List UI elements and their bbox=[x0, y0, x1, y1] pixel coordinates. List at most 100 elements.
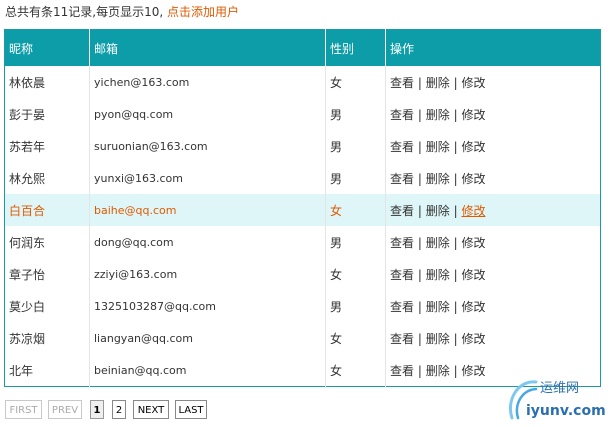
next-page-button[interactable]: NEXT bbox=[133, 400, 169, 419]
cell-email: beinian@qq.com bbox=[89, 354, 326, 387]
cell-gender: 男 bbox=[325, 130, 386, 162]
edit-link[interactable]: 修改 bbox=[461, 236, 485, 250]
cell-nickname: 彭于晏 bbox=[4, 98, 90, 130]
cell-actions: 查看 | 删除 | 修改 bbox=[386, 66, 601, 98]
page-2-button[interactable]: 2 bbox=[112, 400, 126, 419]
action-separator: | bbox=[453, 331, 458, 346]
cell-gender: 女 bbox=[325, 354, 386, 387]
action-separator: | bbox=[417, 171, 422, 186]
cell-actions: 查看 | 删除 | 修改 bbox=[386, 162, 601, 194]
column-header-nickname: 昵称 bbox=[4, 29, 90, 66]
table-row: 章子怡 zziyi@163.com 女查看 | 删除 | 修改 bbox=[4, 258, 601, 290]
delete-link[interactable]: 删除 bbox=[426, 268, 450, 282]
summary-text: 总共有条11记录,每页显示10, bbox=[5, 5, 164, 19]
view-link[interactable]: 查看 bbox=[390, 108, 414, 122]
table-row: 林允熙 yunxi@163.com 男查看 | 删除 | 修改 bbox=[4, 162, 601, 194]
view-link[interactable]: 查看 bbox=[390, 76, 414, 90]
action-separator: | bbox=[417, 139, 422, 154]
action-separator: | bbox=[453, 139, 458, 154]
cell-actions: 查看 | 删除 | 修改 bbox=[386, 258, 601, 290]
edit-link[interactable]: 修改 bbox=[461, 204, 485, 218]
table-row: 林依晨 yichen@163.com 女查看 | 删除 | 修改 bbox=[4, 66, 601, 98]
cell-gender: 男 bbox=[325, 290, 386, 322]
cell-actions: 查看 | 删除 | 修改 bbox=[386, 290, 601, 322]
delete-link[interactable]: 删除 bbox=[426, 300, 450, 314]
action-separator: | bbox=[417, 235, 422, 250]
view-link[interactable]: 查看 bbox=[390, 236, 414, 250]
edit-link[interactable]: 修改 bbox=[461, 76, 485, 90]
first-page-button[interactable]: FIRST bbox=[5, 400, 42, 419]
table-row: 莫少白 1325103287@qq.com 男查看 | 删除 | 修改 bbox=[4, 290, 601, 322]
delete-link[interactable]: 删除 bbox=[426, 364, 450, 378]
delete-link[interactable]: 删除 bbox=[426, 236, 450, 250]
view-link[interactable]: 查看 bbox=[390, 204, 414, 218]
cell-nickname: 苏若年 bbox=[4, 130, 90, 162]
cell-email: suruonian@163.com bbox=[89, 130, 326, 162]
edit-link[interactable]: 修改 bbox=[461, 172, 485, 186]
table-row: 彭于晏 pyon@qq.com 男查看 | 删除 | 修改 bbox=[4, 98, 601, 130]
cell-actions: 查看 | 删除 | 修改 bbox=[386, 130, 601, 162]
delete-link[interactable]: 删除 bbox=[426, 204, 450, 218]
delete-link[interactable]: 删除 bbox=[426, 108, 450, 122]
column-header-actions: 操作 bbox=[385, 29, 601, 66]
cell-actions: 查看 | 删除 | 修改 bbox=[385, 194, 601, 226]
cell-nickname: 苏凉烟 bbox=[4, 322, 90, 354]
action-separator: | bbox=[417, 331, 422, 346]
edit-link[interactable]: 修改 bbox=[461, 364, 485, 378]
action-separator: | bbox=[453, 363, 458, 378]
cell-actions: 查看 | 删除 | 修改 bbox=[386, 322, 601, 354]
delete-link[interactable]: 删除 bbox=[426, 76, 450, 90]
delete-link[interactable]: 删除 bbox=[426, 172, 450, 186]
view-link[interactable]: 查看 bbox=[390, 364, 414, 378]
view-link[interactable]: 查看 bbox=[390, 140, 414, 154]
view-link[interactable]: 查看 bbox=[390, 300, 414, 314]
cell-actions: 查看 | 删除 | 修改 bbox=[386, 226, 601, 258]
action-separator: | bbox=[453, 203, 458, 218]
action-separator: | bbox=[417, 299, 422, 314]
cell-email: pyon@qq.com bbox=[89, 98, 326, 130]
table-header-row: 昵称 邮箱 性别 操作 bbox=[4, 29, 601, 66]
view-link[interactable]: 查看 bbox=[390, 268, 414, 282]
action-separator: | bbox=[417, 363, 422, 378]
action-separator: | bbox=[453, 267, 458, 282]
users-table: 昵称 邮箱 性别 操作 林依晨 yichen@163.com 女查看 | 删除 | … bbox=[4, 29, 601, 387]
cell-nickname: 莫少白 bbox=[4, 290, 90, 322]
column-header-gender: 性别 bbox=[325, 29, 386, 66]
action-separator: | bbox=[453, 107, 458, 122]
edit-link[interactable]: 修改 bbox=[461, 268, 485, 282]
cell-email: yunxi@163.com bbox=[89, 162, 326, 194]
cell-nickname: 何润东 bbox=[4, 226, 90, 258]
cell-email: 1325103287@qq.com bbox=[89, 290, 326, 322]
table-row: 白百合 baihe@qq.com 女查看 | 删除 | 修改 bbox=[4, 194, 601, 226]
view-link[interactable]: 查看 bbox=[390, 172, 414, 186]
edit-link[interactable]: 修改 bbox=[461, 108, 485, 122]
edit-link[interactable]: 修改 bbox=[461, 332, 485, 346]
cell-email: baihe@qq.com bbox=[89, 194, 326, 226]
edit-link[interactable]: 修改 bbox=[461, 140, 485, 154]
action-separator: | bbox=[453, 299, 458, 314]
prev-page-button[interactable]: PREV bbox=[48, 400, 82, 419]
action-separator: | bbox=[417, 267, 422, 282]
cell-nickname: 章子怡 bbox=[4, 258, 90, 290]
add-user-link[interactable]: 点击添加用户 bbox=[167, 5, 239, 19]
action-separator: | bbox=[453, 171, 458, 186]
cell-nickname: 林允熙 bbox=[4, 162, 90, 194]
watermark-domain: iyunv.com bbox=[526, 403, 606, 419]
cell-email: liangyan@qq.com bbox=[89, 322, 326, 354]
page-1-button[interactable]: 1 bbox=[90, 400, 104, 419]
view-link[interactable]: 查看 bbox=[390, 332, 414, 346]
cell-email: dong@qq.com bbox=[89, 226, 326, 258]
cell-gender: 女 bbox=[325, 258, 386, 290]
cell-email: yichen@163.com bbox=[89, 66, 326, 98]
action-separator: | bbox=[417, 75, 422, 90]
cell-gender: 男 bbox=[325, 226, 386, 258]
cell-gender: 女 bbox=[325, 66, 386, 98]
cell-email: zziyi@163.com bbox=[89, 258, 326, 290]
cell-gender: 女 bbox=[325, 322, 386, 354]
last-page-button[interactable]: LAST bbox=[175, 400, 207, 419]
delete-link[interactable]: 删除 bbox=[426, 140, 450, 154]
delete-link[interactable]: 删除 bbox=[426, 332, 450, 346]
edit-link[interactable]: 修改 bbox=[461, 300, 485, 314]
cell-gender: 男 bbox=[325, 98, 386, 130]
action-separator: | bbox=[453, 235, 458, 250]
